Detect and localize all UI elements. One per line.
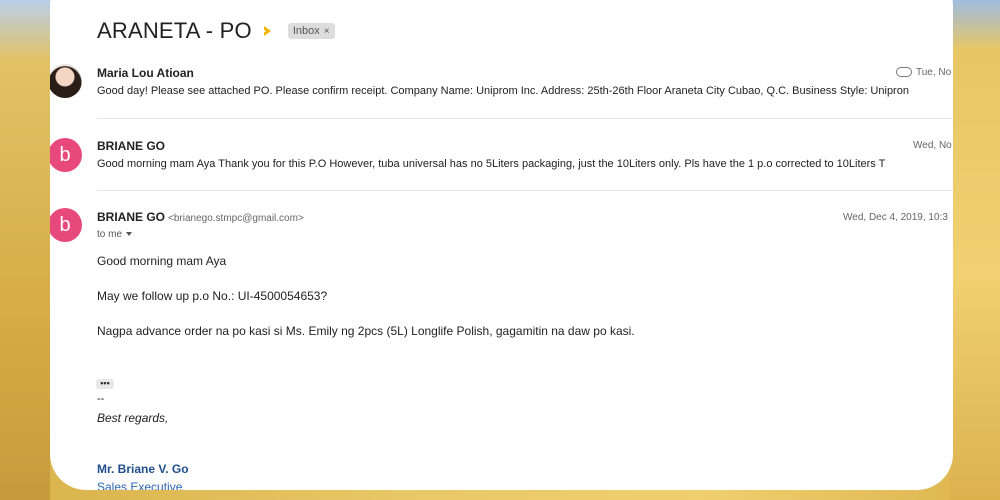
signature-title: Sales Executive [97,480,183,490]
message-date: Wed, No [913,140,952,151]
message-snippet: Good morning mam Aya Thank you for this … [97,158,886,170]
sender-header: BRIANE GO <brianego.stmpc@gmail.com> [97,210,304,224]
message-date: Wed, Dec 4, 2019, 10:3 [843,212,948,223]
body-line: Good morning mam Aya [97,254,227,268]
importance-marker-icon[interactable] [261,26,274,36]
recipient-details-toggle[interactable]: to me [97,229,133,240]
body-line: May we follow up p.o No.: UI-4500054653? [97,289,328,303]
thread-subject: ARANETA - PO [97,18,252,43]
label-chip-text: Inbox [292,25,320,37]
email-thread-panel: ARANETA - PO Inbox × Maria Lou Atioan Tu… [50,0,953,490]
avatar[interactable] [50,64,82,98]
sender-name: BRIANE GO [97,210,166,224]
message-collapsed[interactable]: b BRIANE GO Wed, No Good morning mam Aya… [50,132,953,188]
message-collapsed[interactable]: Maria Lou Atioan Tue, No Good day! Pleas… [50,58,953,118]
message-snippet: Good day! Please see attached PO. Please… [97,85,909,97]
recipient-text: to me [97,229,123,240]
signature-closing: Best regards, [97,411,169,425]
signature-separator: -- [97,393,105,405]
show-trimmed-content-button[interactable]: ••• [96,379,114,389]
remove-label-icon[interactable]: × [324,26,330,37]
avatar[interactable]: b [50,138,82,172]
body-line: Nagpa advance order na po kasi si Ms. Em… [97,324,635,338]
signature-name: Mr. Briane V. Go [97,462,189,476]
divider [97,190,953,191]
label-chip-inbox[interactable]: Inbox × [287,23,335,39]
message-date: Tue, No [916,67,952,78]
divider [97,118,953,119]
thread-header: ARANETA - PO Inbox × [97,18,335,44]
attachment-icon [896,67,912,77]
background-right [950,0,1000,500]
chevron-down-icon [126,232,133,237]
sender-email: <brianego.stmpc@gmail.com> [168,213,304,224]
background-left [0,0,50,500]
sender-name: Maria Lou Atioan [97,66,194,80]
message-expanded: b BRIANE GO <brianego.stmpc@gmail.com> We… [50,200,953,490]
avatar[interactable]: b [50,208,82,242]
sender-name: BRIANE GO [97,139,166,153]
